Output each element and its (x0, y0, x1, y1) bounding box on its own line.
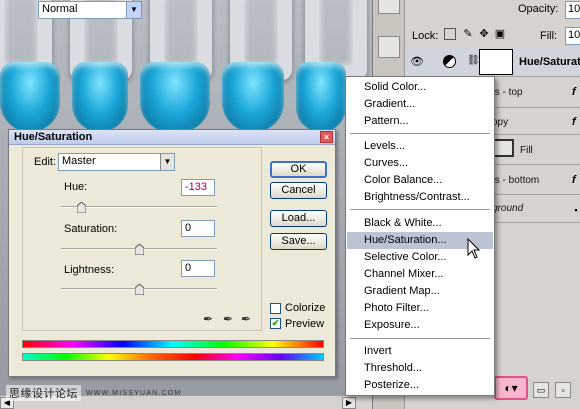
fx-icon[interactable]: f (572, 116, 576, 128)
menu-item-exposure[interactable]: Exposure... (347, 317, 493, 334)
menu-item-curves[interactable]: Curves... (347, 155, 493, 172)
new-layer-icon[interactable]: ▫ (555, 382, 571, 398)
layer-name: Hue/Saturation (519, 56, 580, 68)
fx-icon[interactable]: f (572, 174, 576, 186)
adjustment-layer-menu: Solid Color... Gradient... Pattern... Le… (345, 76, 495, 396)
chain-link-icon[interactable]: ⛓ (467, 55, 480, 66)
close-icon[interactable]: × (320, 131, 333, 143)
blue-liquid-drip (222, 62, 284, 132)
lock-label: Lock: (412, 30, 439, 42)
colorize-checkbox[interactable] (270, 303, 281, 314)
hue-saturation-dialog: Hue/Saturation × Edit: Master ▼ Hue: -13… (8, 129, 336, 377)
layer-name: ground (492, 203, 524, 214)
lightness-value-field[interactable]: 0 (181, 260, 215, 277)
blue-liquid-drip (0, 62, 60, 132)
layer-mask-thumbnail[interactable] (479, 49, 513, 75)
menu-item-black-white[interactable]: Black & White... (347, 215, 493, 232)
dialog-title-bar[interactable]: Hue/Saturation × (9, 130, 335, 145)
lock-transparency-icon[interactable] (444, 28, 456, 40)
opacity-label: Opacity: (518, 3, 559, 15)
new-group-icon[interactable]: ▭ (533, 382, 549, 398)
cancel-button[interactable]: Cancel (270, 182, 327, 199)
hue-label: Hue: (64, 181, 88, 193)
lock-move-icon[interactable]: ✥ (478, 28, 490, 40)
menu-separator (350, 133, 490, 134)
fill-label: Fill: (540, 30, 558, 42)
blue-liquid-drip (296, 62, 346, 132)
menu-item-gradient[interactable]: Gradient... (347, 96, 493, 113)
menu-item-posterize[interactable]: Posterize... (347, 377, 493, 394)
panel-tool-button[interactable] (378, 36, 400, 58)
opacity-field[interactable]: 100 (565, 1, 580, 19)
menu-item-gradient-map[interactable]: Gradient Map... (347, 283, 493, 300)
blue-liquid-drip (72, 62, 128, 132)
blue-liquid-drip (140, 62, 210, 132)
colorize-label: Colorize (285, 302, 326, 314)
eyedropper-plus-icon[interactable]: ✒ (221, 311, 235, 327)
layer-row-hue-saturation[interactable]: 👁 ⛓ Hue/Saturation (405, 47, 580, 77)
menu-separator (350, 209, 490, 210)
lock-brush-icon[interactable]: ✎ (462, 28, 474, 40)
edit-label: Edit: (34, 156, 57, 168)
chevron-down-icon[interactable]: ▼ (160, 154, 174, 170)
eye-icon[interactable]: 👁 (410, 55, 424, 68)
fill-layer-thumbnail[interactable] (492, 139, 514, 157)
input-color-spectrum-bar (22, 340, 324, 348)
adjustment-layer-icon (443, 55, 456, 68)
blend-mode-select[interactable]: Normal ▼ (38, 1, 142, 19)
preview-label: Preview (285, 318, 325, 330)
menu-separator (350, 338, 490, 339)
layer-name: ts - top (492, 87, 523, 98)
lightness-label: Lightness: (64, 264, 115, 276)
load-button[interactable]: Load... (270, 210, 327, 227)
ok-button[interactable]: OK (270, 161, 327, 178)
preview-checkbox[interactable]: ✔ (270, 318, 281, 329)
edit-channel-select[interactable]: Master ▼ (58, 153, 175, 171)
saturation-label: Saturation: (64, 223, 118, 235)
edit-channel-value: Master (62, 155, 96, 167)
new-adjustment-layer-button[interactable]: ◐▾ (494, 376, 528, 400)
saturation-value-field[interactable]: 0 (181, 220, 215, 237)
layer-name: Fill (520, 145, 533, 156)
layer-name: ts - bottom (492, 175, 540, 186)
watermark-text: 思缘设计论坛 (6, 385, 81, 401)
panel-tool-button[interactable] (378, 0, 400, 14)
watermark-url: WWW.MISSYUAN.COM (86, 390, 182, 397)
menu-item-brightness-contrast[interactable]: Brightness/Contrast... (347, 189, 493, 206)
adjustment-group-box (22, 147, 262, 331)
menu-item-color-balance[interactable]: Color Balance... (347, 172, 493, 189)
saturation-slider-thumb[interactable] (134, 244, 144, 255)
blend-mode-value: Normal (42, 3, 78, 15)
menu-item-threshold[interactable]: Threshold... (347, 360, 493, 377)
scroll-right-icon[interactable]: ▶ (342, 397, 356, 409)
hue-slider-thumb[interactable] (76, 202, 86, 213)
chevron-down-icon[interactable]: ▼ (126, 2, 141, 18)
menu-item-pattern[interactable]: Pattern... (347, 113, 493, 130)
menu-item-invert[interactable]: Invert (347, 343, 493, 360)
layer-lock-icon: ▪ (574, 205, 578, 215)
adjustment-layer-icon: ◐▾ (504, 381, 518, 395)
lock-all-icon[interactable]: ▣ (494, 28, 506, 40)
mouse-pointer-icon (467, 238, 481, 259)
output-color-spectrum-bar (22, 353, 324, 361)
hue-value: -133 (185, 181, 208, 193)
eyedropper-minus-icon[interactable]: ✒ (239, 311, 253, 327)
dialog-title: Hue/Saturation (14, 131, 93, 143)
menu-item-channel-mixer[interactable]: Channel Mixer... (347, 266, 493, 283)
fx-icon[interactable]: f (572, 86, 576, 98)
fill-field[interactable]: 100 (565, 27, 580, 45)
menu-item-photo-filter[interactable]: Photo Filter... (347, 300, 493, 317)
menu-item-levels[interactable]: Levels... (347, 138, 493, 155)
menu-item-solid-color[interactable]: Solid Color... (347, 79, 493, 96)
lightness-slider-thumb[interactable] (134, 284, 144, 295)
save-button[interactable]: Save... (270, 233, 327, 250)
eyedropper-icon[interactable]: ✒ (201, 311, 215, 327)
hue-value-field[interactable]: -133 (181, 179, 215, 196)
